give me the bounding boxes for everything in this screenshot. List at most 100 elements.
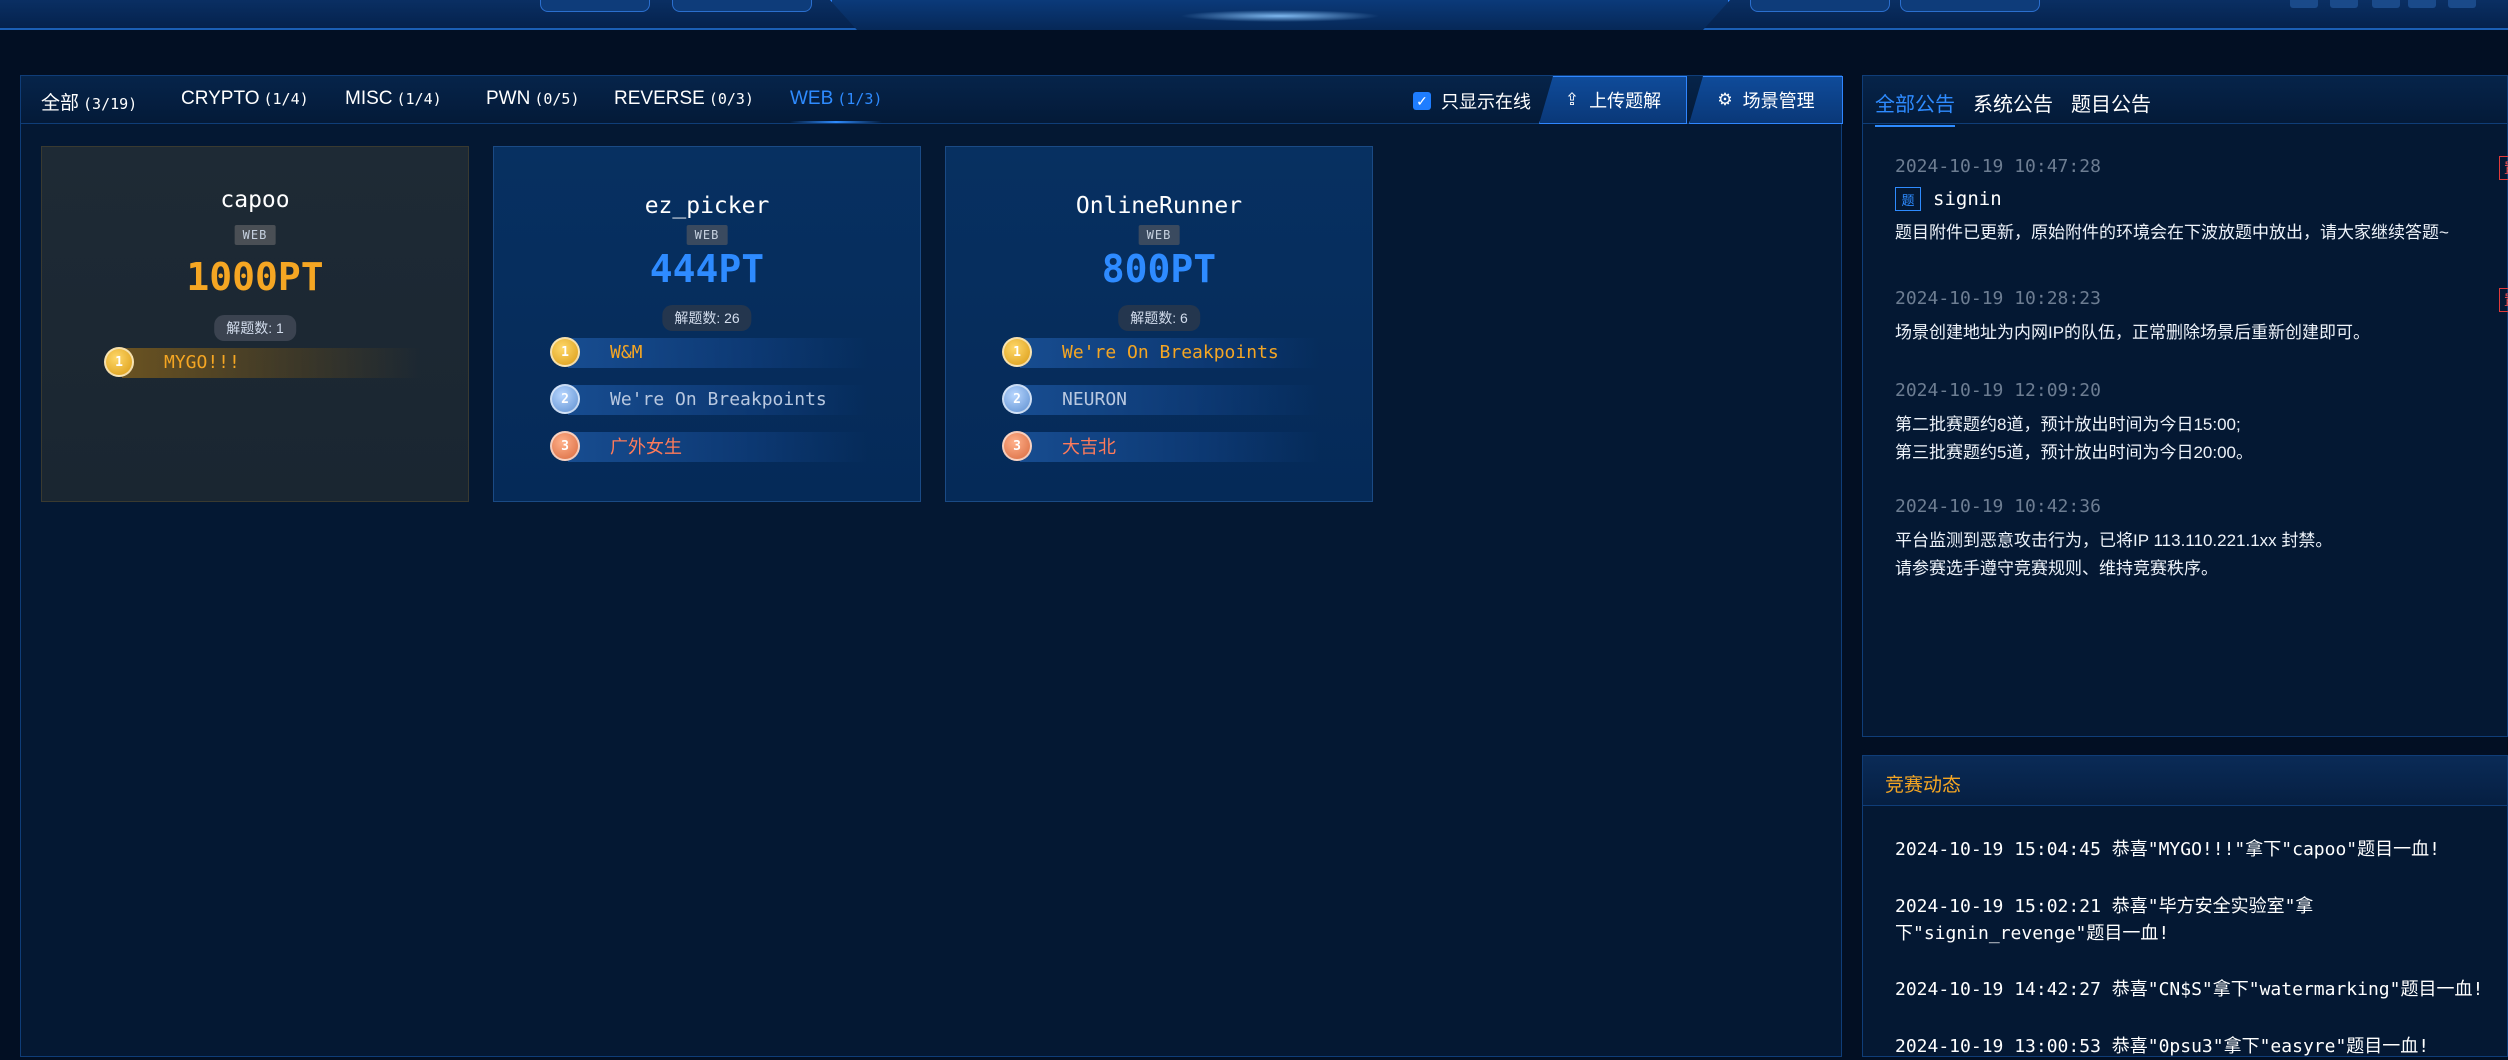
notice-item: 2024-10-19 10:28:23 置顶 场景创建地址为内网IP的队伍，正常… xyxy=(1895,288,2508,347)
tab-all-notices[interactable]: 全部公告 xyxy=(1875,88,1955,127)
activity-panel: 竞赛动态 2024-10-19 15:04:45 恭喜"MYGO!!!"拿下"c… xyxy=(1862,755,2508,1057)
scene-manage-label: 场景管理 xyxy=(1742,91,1815,111)
notice-body: 场景创建地址为内网IP的队伍，正常删除场景后重新创建即可。 xyxy=(1895,323,2371,342)
category-badge: WEB xyxy=(686,225,728,245)
challenge-card-capoo[interactable]: capoo WEB 1000PT 解题数: 1 1 MYGO!!! xyxy=(41,146,469,502)
upload-writeup-label: 上传题解 xyxy=(1589,91,1662,111)
header-segment xyxy=(1750,0,1890,12)
challenge-name: OnlineRunner xyxy=(1075,193,1243,219)
tab-label: PWN xyxy=(486,88,531,109)
top-header xyxy=(0,0,2508,30)
challenge-points: 800PT xyxy=(1101,247,1217,291)
challenge-tag-icon: 题 xyxy=(1895,187,1921,211)
activity-item: 2024-10-19 13:00:53 恭喜"0psu3"拿下"easyre"题… xyxy=(1895,1036,2430,1057)
gold-medal-icon: 1 xyxy=(104,347,134,377)
notice-challenge-tag: 题 signin xyxy=(1895,187,2508,211)
online-only-label: 只显示在线 xyxy=(1441,92,1531,112)
notice-time: 2024-10-19 12:09:20 xyxy=(1895,380,2101,401)
blood-row: 2 We're On Breakpoints xyxy=(550,382,868,416)
header-segment xyxy=(540,0,650,12)
header-segment xyxy=(672,0,812,12)
checkbox-checked-icon[interactable]: ✓ xyxy=(1413,92,1431,110)
header-control[interactable] xyxy=(2448,0,2476,8)
challenge-points: 444PT xyxy=(649,247,765,291)
tab-reverse[interactable]: REVERSE (0/3) xyxy=(614,88,754,114)
challenge-card-onlinerunner[interactable]: OnlineRunner WEB 800PT 解题数: 6 1 We're On… xyxy=(945,146,1373,502)
blood-team: W&M xyxy=(610,341,643,363)
tab-count: (0/3) xyxy=(708,90,754,108)
notice-panel: 全部公告 系统公告 题目公告 2024-10-19 10:47:28 置顶 题 … xyxy=(1862,75,2508,737)
upload-icon: ⇪ xyxy=(1564,90,1580,109)
tab-crypto[interactable]: CRYPTO (1/4) xyxy=(181,88,309,114)
blood-row: 1 W&M xyxy=(550,335,868,369)
notice-body: 第二批赛题约8道，预计放出时间为今日15:00; 第三批赛题约5道，预计放出时间… xyxy=(1895,415,2253,462)
silver-medal-icon: 2 xyxy=(550,384,580,414)
upload-writeup-button[interactable]: ⇪ 上传题解 xyxy=(1539,76,1687,124)
bronze-medal-icon: 3 xyxy=(1002,431,1032,461)
solve-count: 解题数: 1 xyxy=(214,315,296,341)
notice-time: 2024-10-19 10:47:28 xyxy=(1895,156,2101,177)
tab-count: (3/19) xyxy=(83,95,138,113)
challenge-name: ez_picker xyxy=(644,193,770,219)
blood-team: 大吉北 xyxy=(1062,437,1116,458)
blood-team: 广外女生 xyxy=(610,437,682,458)
challenge-panel: 全部 (3/19) CRYPTO (1/4) MISC (1/4) PWN (0/5) … xyxy=(20,75,1843,1057)
tab-label: REVERSE xyxy=(614,88,705,109)
tab-challenge-notices[interactable]: 题目公告 xyxy=(2071,88,2151,117)
pinned-badge: 置顶 xyxy=(2499,156,2508,180)
notice-time: 2024-10-19 10:42:36 xyxy=(1895,496,2101,517)
challenge-points: 1000PT xyxy=(186,255,324,299)
header-control[interactable] xyxy=(2290,0,2318,8)
activity-item: 2024-10-19 14:42:27 恭喜"CN$S"拿下"watermark… xyxy=(1895,979,2484,1000)
header-control[interactable] xyxy=(2372,0,2400,8)
solve-count: 解题数: 26 xyxy=(662,305,752,331)
notice-body: 平台监测到恶意攻击行为，已将IP 113.110.221.1xx 封禁。 请参赛… xyxy=(1895,531,2333,578)
tab-count: (1/3) xyxy=(837,90,883,108)
tab-misc[interactable]: MISC (1/4) xyxy=(345,88,442,114)
tab-pwn[interactable]: PWN (0/5) xyxy=(486,88,579,114)
category-badge: WEB xyxy=(1138,225,1180,245)
silver-medal-icon: 2 xyxy=(1002,384,1032,414)
tab-all[interactable]: 全部 (3/19) xyxy=(41,88,137,114)
header-control[interactable] xyxy=(2408,0,2436,8)
tab-web[interactable]: WEB (1/3) xyxy=(790,88,883,123)
blood-row: 3 大吉北 xyxy=(1002,429,1320,463)
notice-body: 题目附件已更新，原始附件的环境会在下波放题中放出，请大家继续答题~ xyxy=(1895,223,2449,242)
scene-manage-button[interactable]: ⚙ 场景管理 xyxy=(1689,76,1843,124)
blood-row: 2 NEURON xyxy=(1002,382,1320,416)
activity-header: 竞赛动态 xyxy=(1863,756,2507,806)
solve-count: 解题数: 6 xyxy=(1118,305,1200,331)
tab-count: (1/4) xyxy=(396,90,442,108)
tab-label: WEB xyxy=(790,88,834,109)
blood-row: 1 MYGO!!! xyxy=(104,345,422,379)
notice-item: 2024-10-19 10:42:36 平台监测到恶意攻击行为，已将IP 113… xyxy=(1895,496,2508,583)
challenge-card-ez-picker[interactable]: ez_picker WEB 444PT 解题数: 26 1 W&M 2 We'r… xyxy=(493,146,921,502)
activity-item: 2024-10-19 15:02:21 恭喜"毕方安全实验室"拿下"signin… xyxy=(1895,896,2314,944)
category-tabs: 全部 (3/19) CRYPTO (1/4) MISC (1/4) PWN (0/5) … xyxy=(21,76,1843,124)
gold-medal-icon: 1 xyxy=(550,337,580,367)
tab-label: 全部 xyxy=(41,93,80,114)
blood-team: MYGO!!! xyxy=(164,351,240,373)
online-only-toggle[interactable]: ✓ 只显示在线 xyxy=(1413,90,1531,112)
blood-team: We're On Breakpoints xyxy=(610,388,827,410)
challenge-name: capoo xyxy=(220,187,290,213)
activity-title: 竞赛动态 xyxy=(1885,775,1962,796)
category-badge: WEB xyxy=(234,225,276,245)
notice-item: 2024-10-19 10:47:28 置顶 题 signin 题目附件已更新，… xyxy=(1895,156,2508,247)
blood-team: We're On Breakpoints xyxy=(1062,341,1279,363)
pinned-badge: 置顶 xyxy=(2499,288,2508,312)
blood-row: 1 We're On Breakpoints xyxy=(1002,335,1320,369)
activity-item: 2024-10-19 15:04:45 恭喜"MYGO!!!"拿下"capoo"… xyxy=(1895,839,2440,860)
tab-system-notices[interactable]: 系统公告 xyxy=(1973,88,2053,117)
header-segment xyxy=(1900,0,2040,12)
notice-tabs: 全部公告 系统公告 题目公告 xyxy=(1863,76,2507,127)
gold-medal-icon: 1 xyxy=(1002,337,1032,367)
notice-time: 2024-10-19 10:28:23 xyxy=(1895,288,2101,309)
blood-row: 3 广外女生 xyxy=(550,429,868,463)
header-control[interactable] xyxy=(2330,0,2358,8)
notice-item: 2024-10-19 12:09:20 第二批赛题约8道，预计放出时间为今日15… xyxy=(1895,380,2508,467)
tab-count: (1/4) xyxy=(263,90,309,108)
blood-team: NEURON xyxy=(1062,388,1128,410)
gear-icon: ⚙ xyxy=(1717,90,1733,109)
bronze-medal-icon: 3 xyxy=(550,431,580,461)
